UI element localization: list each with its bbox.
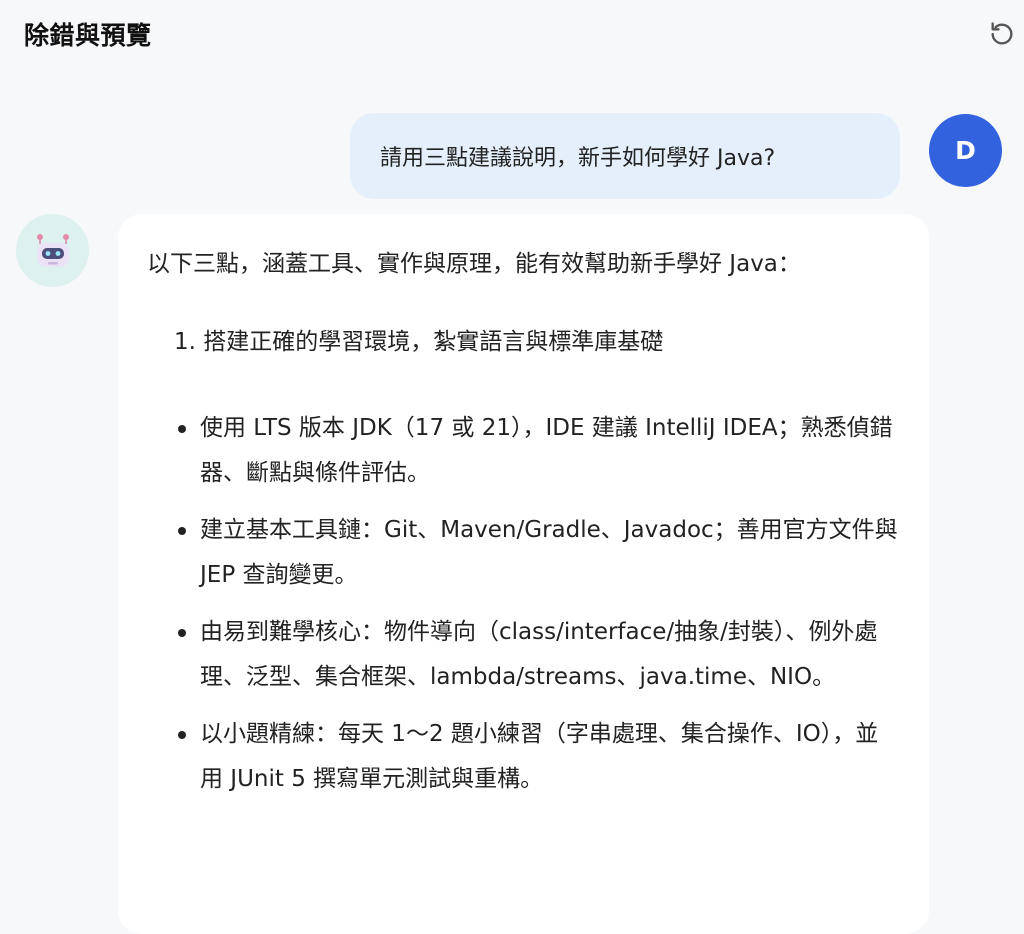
bullet-dot-icon (178, 731, 186, 739)
header-bar: 除錯與預覽 (0, 0, 1024, 72)
user-avatar-letter: D (955, 136, 976, 165)
bullet-dot-icon (178, 629, 186, 637)
bullet-dot-icon (178, 425, 186, 433)
robot-icon (36, 233, 69, 267)
user-message-bubble: 請用三點建議說明，新手如何學好 Java? (350, 113, 900, 199)
bot-intro-text: 以下三點，涵蓋工具、實作與原理，能有效幫助新手學好 Java： (147, 251, 801, 277)
list-item-text: 以小題精練：每天 1～2 題小練習（字串處理、集合操作、IO），並用 JUnit… (200, 721, 879, 792)
bullet-list: 使用 LTS 版本 JDK（17 或 21），IDE 建議 IntelliJ I… (147, 406, 898, 802)
bot-avatar (16, 214, 89, 287)
refresh-icon (991, 22, 1013, 45)
list-item-text: 使用 LTS 版本 JDK（17 或 21），IDE 建議 IntelliJ I… (200, 415, 893, 486)
user-message-text: 請用三點建議說明，新手如何學好 Java? (380, 146, 776, 171)
bullet-dot-icon (178, 527, 186, 535)
list-item: 建立基本工具鏈：Git、Maven/Gradle、Javadoc；善用官方文件與… (147, 508, 900, 598)
page-title: 除錯與預覽 (24, 21, 152, 50)
user-avatar[interactable]: D (929, 114, 1002, 187)
list-item: 使用 LTS 版本 JDK（17 或 21），IDE 建議 IntelliJ I… (147, 406, 900, 496)
list-item-text: 由易到難學核心：物件導向（class/interface/抽象/封裝）、例外處理… (200, 619, 878, 690)
list-item: 以小題精練：每天 1～2 題小練習（字串處理、集合操作、IO），並用 JUnit… (147, 712, 900, 802)
refresh-button[interactable] (986, 18, 1018, 50)
list-item-text: 建立基本工具鏈：Git、Maven/Gradle、Javadoc；善用官方文件與… (200, 517, 898, 588)
section-heading: 1. 搭建正確的學習環境，紮實語言與標準庫基礎 (174, 329, 664, 355)
list-item: 由易到難學核心：物件導向（class/interface/抽象/封裝）、例外處理… (147, 610, 900, 700)
bot-message-bubble: 以下三點，涵蓋工具、實作與原理，能有效幫助新手學好 Java： 1. 搭建正確的… (118, 214, 929, 934)
